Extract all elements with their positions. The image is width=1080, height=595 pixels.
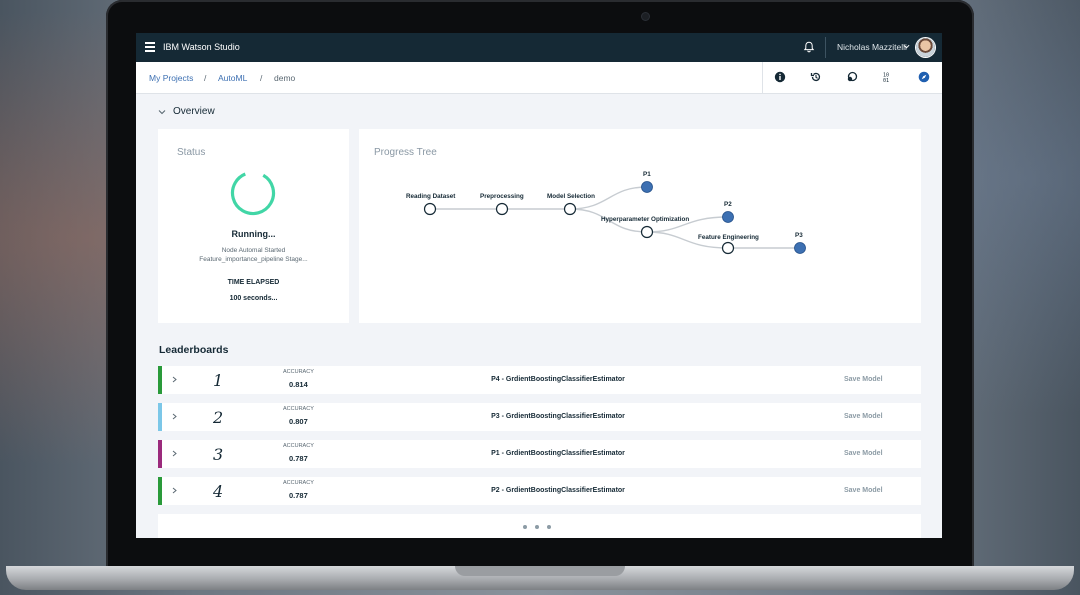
chevron-right-icon[interactable] [171, 376, 178, 383]
node-model-selection [563, 202, 577, 216]
hamburger-menu-icon[interactable] [145, 42, 155, 52]
node-feature-engineering [721, 241, 735, 255]
node-preprocessing [495, 202, 509, 216]
deploy-icon[interactable] [846, 71, 858, 83]
rank-color-bar [158, 366, 162, 394]
status-state: Running... [231, 229, 276, 239]
rank-number: 1 [213, 371, 224, 390]
rank-color-bar [158, 403, 162, 431]
info-icon[interactable] [774, 71, 786, 83]
status-message-line2: Feature_importance_pipeline Stage... [199, 256, 308, 263]
chevron-right-icon[interactable] [171, 413, 178, 420]
tree-label-model-selection: Model Selection [547, 193, 595, 200]
chevron-right-icon[interactable] [171, 450, 178, 457]
top-navigation-bar: IBM Watson Studio Nicholas Mazzitelli [136, 33, 942, 62]
notification-bell-icon[interactable] [803, 41, 815, 53]
breadcrumb-my-projects[interactable]: My Projects [149, 73, 193, 83]
binary-data-icon[interactable]: 10 01 [882, 71, 894, 84]
compass-icon[interactable] [918, 71, 930, 83]
time-elapsed-label: TIME ELAPSED [227, 279, 280, 286]
model-name: P3 - GrdientBoostingClassifierEstimator [491, 413, 625, 420]
rank-number: 3 [213, 445, 224, 464]
breadcrumb-automl[interactable]: AutoML [218, 73, 247, 83]
collapse-chevron-icon[interactable] [158, 108, 166, 116]
leaderboard-row[interactable]: 4 ACCURACY 0.787 P2 - GrdientBoostingCla… [158, 477, 921, 505]
accuracy-value: 0.787 [289, 454, 308, 463]
tree-label-p3: P3 [795, 232, 803, 239]
tree-label-feature-engineering: Feature Engineering [698, 234, 759, 241]
app-screen: IBM Watson Studio Nicholas Mazzitelli My… [136, 33, 942, 538]
save-model-button[interactable]: Save Model [844, 450, 883, 457]
model-name: P1 - GrdientBoostingClassifierEstimator [491, 450, 625, 457]
status-card: Status Running... Node Automal Started F… [158, 129, 349, 323]
avatar[interactable] [916, 38, 935, 57]
toolbar-divider [762, 62, 763, 93]
save-model-button[interactable]: Save Model [844, 413, 883, 420]
topbar-divider [825, 37, 826, 58]
chevron-down-icon[interactable] [903, 43, 910, 50]
accuracy-label: ACCURACY [283, 443, 314, 449]
pagination [158, 514, 921, 538]
accuracy-label: ACCURACY [283, 480, 314, 486]
page-dot[interactable] [523, 525, 527, 529]
page-dot[interactable] [547, 525, 551, 529]
loading-spinner-icon [230, 170, 276, 216]
node-p1 [641, 181, 653, 193]
save-model-button[interactable]: Save Model [844, 487, 883, 494]
accuracy-value: 0.787 [289, 491, 308, 500]
rank-number: 2 [213, 408, 224, 427]
status-message-line1: Node Automal Started [221, 247, 286, 254]
accuracy-label: ACCURACY [283, 369, 314, 375]
progress-tree-graph [423, 181, 806, 255]
breadcrumb-separator: / [204, 73, 207, 83]
leaderboards-title: Leaderboards [159, 344, 229, 356]
webcam [642, 13, 649, 20]
save-model-button[interactable]: Save Model [844, 376, 883, 383]
svg-text:01: 01 [883, 78, 889, 83]
tree-label-p2: P2 [724, 201, 732, 208]
node-p2 [722, 211, 734, 223]
history-icon[interactable] [810, 71, 822, 83]
tree-label-p1: P1 [643, 171, 651, 178]
rank-color-bar [158, 477, 162, 505]
overview-section-title[interactable]: Overview [173, 106, 215, 117]
rank-number: 4 [213, 482, 224, 501]
accuracy-label: ACCURACY [283, 406, 314, 412]
user-name[interactable]: Nicholas Mazzitelli [837, 42, 907, 52]
leaderboard-row[interactable]: 2 ACCURACY 0.807 P3 - GrdientBoostingCla… [158, 403, 921, 431]
model-name: P2 - GrdientBoostingClassifierEstimator [491, 487, 625, 494]
leaderboard-row[interactable]: 1 ACCURACY 0.814 P4 - GrdientBoostingCla… [158, 366, 921, 394]
breadcrumb-demo: demo [274, 73, 296, 83]
breadcrumb-toolbar: My Projects / AutoML / demo 10 01 [136, 62, 942, 94]
laptop-notch [455, 566, 625, 576]
node-hyperparameter [640, 225, 654, 239]
accuracy-value: 0.807 [289, 417, 308, 426]
progress-tree-card: Progress Tree Reading Dataset Preprocess… [359, 129, 921, 323]
tree-label-reading-dataset: Reading Dataset [406, 193, 456, 200]
node-reading-dataset [423, 202, 437, 216]
accuracy-value: 0.814 [289, 380, 308, 389]
tree-label-hyperparameter: Hyperparameter Optimization [601, 216, 690, 223]
time-elapsed-value: 100 seconds... [229, 295, 278, 302]
node-p3 [794, 242, 806, 254]
leaderboard-row[interactable]: 3 ACCURACY 0.787 P1 - GrdientBoostingCla… [158, 440, 921, 468]
rank-color-bar [158, 440, 162, 468]
model-name: P4 - GrdientBoostingClassifierEstimator [491, 376, 625, 383]
tree-label-preprocessing: Preprocessing [480, 193, 524, 200]
chevron-right-icon[interactable] [171, 487, 178, 494]
status-card-title: Status [177, 147, 206, 158]
breadcrumb-separator: / [260, 73, 263, 83]
page-dot[interactable] [535, 525, 539, 529]
app-title[interactable]: IBM Watson Studio [163, 42, 240, 52]
